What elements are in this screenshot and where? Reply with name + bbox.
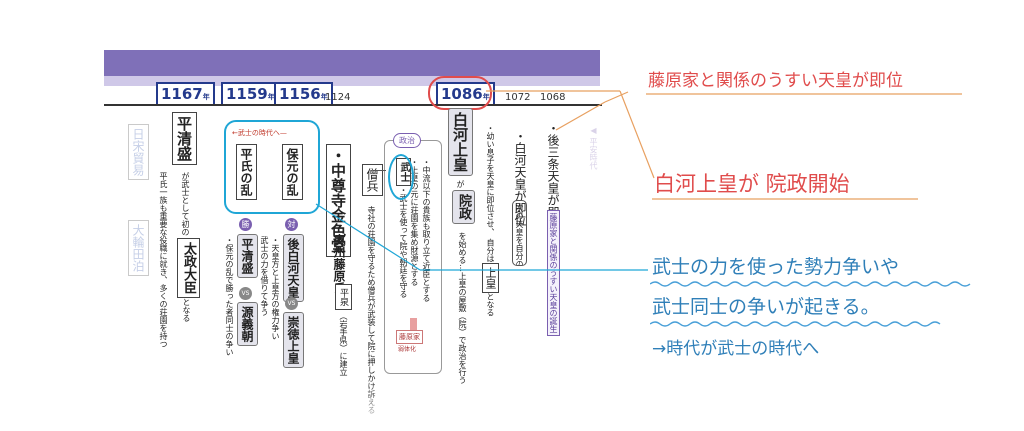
textbook-page: 1167年 1159年 1156年 1124 1086年 1072 1068 ◀… — [0, 0, 1024, 431]
note-3-line-1: 武士の力を使った勢力争いや — [652, 256, 900, 278]
note-1: 藤原家と関係のうすい天皇が即位 — [648, 71, 903, 91]
note-3-line-2: 武士同士の争いが起きる。 — [652, 296, 880, 318]
note-1-underline — [646, 93, 962, 95]
note-2-underline — [652, 198, 918, 200]
note-3-line-3: →時代が武士の時代へ — [652, 339, 820, 359]
connector-lines — [315, 90, 655, 271]
note-2: 白河上皇が 院政開始 — [654, 172, 850, 196]
note-3-underline-2 — [650, 321, 941, 327]
note-3-underline-1 — [650, 281, 971, 287]
bottom-fade — [104, 380, 604, 431]
